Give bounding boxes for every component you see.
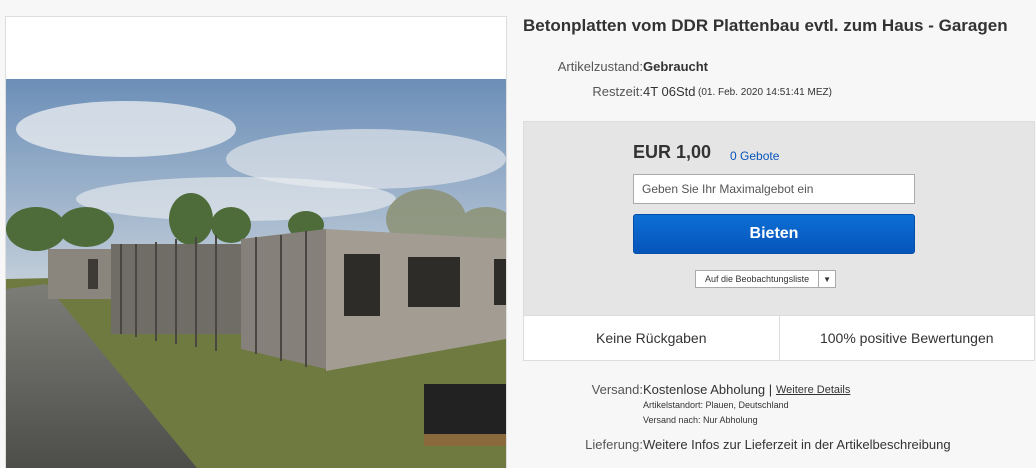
condition-row: Artikelzustand: Gebraucht	[523, 59, 1033, 75]
item-photo[interactable]	[6, 79, 506, 468]
delivery-label: Lieferung:	[585, 437, 643, 452]
shipping-label: Versand:	[591, 382, 643, 397]
bid-count-link[interactable]: 0 Gebote	[730, 149, 779, 163]
shipping-value: Kostenlose Abholung |	[643, 382, 773, 397]
current-price: EUR 1,00	[633, 142, 712, 162]
item-location: Artikelstandort: Plauen, Deutschland	[643, 400, 789, 410]
time-end: (01. Feb. 2020 14:51:41 MEZ)	[698, 87, 832, 98]
delivery-value: Weitere Infos zur Lieferzeit in der Arti…	[643, 437, 951, 452]
delivery-row: Lieferung: Weitere Infos zur Lieferzeit …	[523, 437, 1033, 453]
condition-label: Artikelzustand:	[557, 59, 643, 74]
shipping-details-link[interactable]: Weitere Details	[776, 384, 850, 396]
image-gallery[interactable]	[5, 16, 507, 468]
seller-promises: Keine Rückgaben 100% positive Bewertunge…	[524, 315, 1034, 360]
shipping-row: Versand: Kostenlose Abholung | Weitere D…	[523, 382, 1033, 430]
listing-page: Betonplatten vom DDR Plattenbau evtl. zu…	[0, 0, 1036, 468]
chevron-down-icon[interactable]: ▼	[819, 271, 835, 287]
max-bid-input[interactable]	[633, 174, 915, 204]
watchlist-button[interactable]: Auf die Beobachtungsliste ▼	[695, 270, 837, 288]
time-label: Restzeit:	[592, 84, 643, 99]
ship-to: Versand nach: Nur Abholung	[643, 415, 758, 425]
returns-policy: Keine Rückgaben	[595, 330, 707, 346]
time-left: 4T 06Std	[643, 84, 696, 99]
time-row: Restzeit: 4T 06Std (01. Feb. 2020 14:51:…	[523, 84, 1033, 100]
condition-value: Gebraucht	[643, 59, 709, 74]
watchlist-label[interactable]: Auf die Beobachtungsliste	[696, 271, 820, 287]
bid-button[interactable]: Bieten	[633, 214, 915, 254]
bid-box: EUR 1,00 0 Gebote Bieten Auf die Beobach…	[523, 121, 1035, 361]
listing-title: Betonplatten vom DDR Plattenbau evtl. zu…	[523, 16, 1008, 35]
seller-rating: 100% positive Bewertungen	[778, 316, 1035, 360]
